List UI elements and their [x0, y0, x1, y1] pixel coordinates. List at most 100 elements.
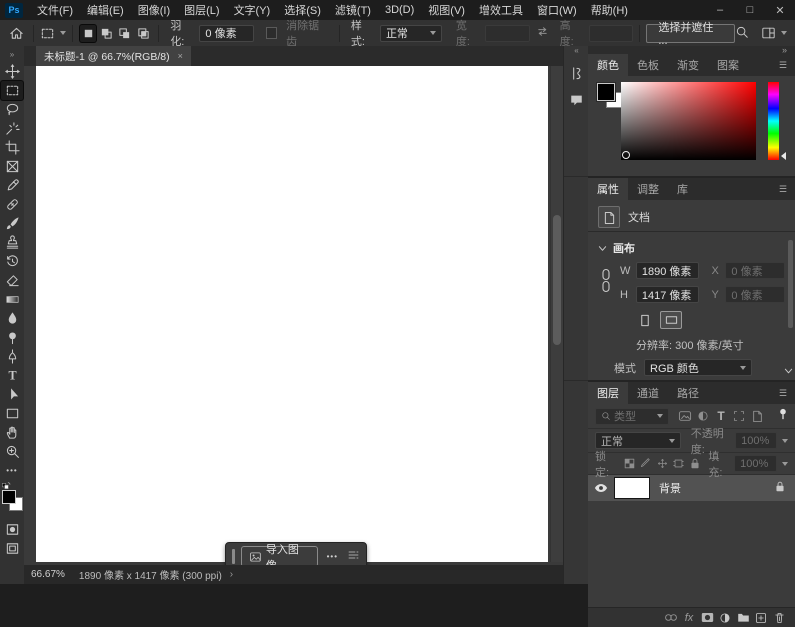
- foreground-color-swatch[interactable]: [2, 490, 16, 504]
- lock-position-icon[interactable]: [655, 457, 670, 471]
- layer-thumbnail[interactable]: [614, 477, 650, 499]
- blur-tool[interactable]: [1, 309, 23, 328]
- swap-colors-icon[interactable]: [2, 482, 11, 489]
- workspace-switcher[interactable]: [761, 26, 787, 40]
- canvas-y-input[interactable]: 0 像素: [725, 286, 785, 303]
- new-layer-icon[interactable]: [753, 611, 769, 625]
- eyedropper-tool[interactable]: [1, 176, 23, 195]
- tab-adjustments[interactable]: 调整: [628, 178, 668, 200]
- hue-slider-marker[interactable]: [781, 152, 786, 160]
- fill-input[interactable]: 100%: [734, 455, 777, 472]
- quick-mask-mode[interactable]: [1, 520, 23, 539]
- foreground-background-colors[interactable]: [1, 484, 23, 510]
- pen-tool[interactable]: [1, 347, 23, 366]
- tab-swatches[interactable]: 色板: [628, 54, 668, 76]
- lock-image-pixels-icon[interactable]: [638, 457, 653, 471]
- feather-input[interactable]: 0 像素: [199, 25, 253, 42]
- task-bar-ellipsis[interactable]: •••: [327, 552, 338, 561]
- hand-tool[interactable]: [1, 423, 23, 442]
- new-selection-mode[interactable]: [80, 25, 96, 42]
- collapse-dock-icon[interactable]: »: [782, 45, 787, 55]
- mode-dropdown[interactable]: RGB 颜色: [644, 359, 752, 376]
- canvas[interactable]: [36, 66, 548, 562]
- menu-help[interactable]: 帮助(H): [584, 0, 635, 20]
- tab-paths[interactable]: 路径: [668, 382, 708, 404]
- canvas-x-input[interactable]: 0 像素: [725, 262, 785, 279]
- menu-plugins[interactable]: 增效工具: [472, 0, 530, 20]
- link-dimensions-icon[interactable]: [601, 268, 611, 294]
- canvas-section-header[interactable]: 画布: [588, 233, 795, 258]
- move-tool[interactable]: [1, 62, 23, 81]
- color-cursor[interactable]: [622, 151, 630, 159]
- swap-dimensions-icon[interactable]: [536, 25, 549, 41]
- tab-patterns[interactable]: 图案: [708, 54, 748, 76]
- path-selection-tool[interactable]: [1, 385, 23, 404]
- saturation-value-picker[interactable]: [621, 82, 756, 160]
- lock-transparent-pixels-icon[interactable]: [622, 457, 637, 471]
- panel-menu-icon[interactable]: ☰: [779, 178, 795, 200]
- search-icon[interactable]: [735, 25, 749, 42]
- object-selection-tool[interactable]: [1, 119, 23, 138]
- menu-file[interactable]: 文件(F): [30, 0, 80, 20]
- filter-toggle-icon[interactable]: [778, 408, 788, 424]
- dodge-tool[interactable]: [1, 328, 23, 347]
- filter-shape-layers-icon[interactable]: [731, 409, 747, 423]
- tab-gradients[interactable]: 渐变: [668, 54, 708, 76]
- lock-all-icon[interactable]: [688, 457, 703, 471]
- maximize-button[interactable]: □: [735, 0, 765, 20]
- landscape-orientation-button[interactable]: [660, 311, 682, 329]
- foreground-color-swatch[interactable]: [597, 83, 615, 101]
- hue-slider[interactable]: [768, 82, 779, 160]
- vertical-scrollbar-thumb[interactable]: [553, 215, 561, 345]
- adjustment-layer-icon[interactable]: [717, 611, 733, 625]
- layer-style-fx-icon[interactable]: fx: [681, 611, 697, 625]
- edit-toolbar-ellipsis[interactable]: •••: [1, 461, 23, 480]
- filter-adjustment-layers-icon[interactable]: [695, 409, 711, 423]
- layer-name[interactable]: 背景: [659, 480, 681, 496]
- style-dropdown[interactable]: 正常: [380, 25, 442, 42]
- close-tab-icon[interactable]: ×: [178, 51, 183, 61]
- minimize-button[interactable]: –: [705, 0, 735, 20]
- blend-mode-dropdown[interactable]: 正常: [595, 432, 681, 449]
- import-image-button[interactable]: 导入图像: [241, 546, 318, 567]
- zoom-tool[interactable]: [1, 442, 23, 461]
- scroll-down-icon[interactable]: [784, 367, 793, 375]
- expand-dock-icon[interactable]: «: [574, 46, 578, 56]
- comments-panel-icon[interactable]: [566, 90, 588, 109]
- rectangle-tool[interactable]: [1, 404, 23, 423]
- rectangular-marquee-tool[interactable]: [1, 81, 23, 100]
- width-input[interactable]: [485, 25, 530, 42]
- antialias-checkbox[interactable]: 消除锯齿: [266, 17, 333, 49]
- new-group-folder-icon[interactable]: [735, 611, 751, 625]
- tab-color[interactable]: 颜色: [588, 54, 628, 76]
- portrait-orientation-button[interactable]: [636, 312, 654, 328]
- layer-filter-dropdown[interactable]: 类型: [595, 408, 669, 425]
- history-panel-icon[interactable]: [566, 64, 588, 83]
- properties-scrollbar-thumb[interactable]: [788, 240, 793, 328]
- lasso-tool[interactable]: [1, 100, 23, 119]
- filter-pixel-layers-icon[interactable]: [677, 409, 693, 423]
- canvas-height-input[interactable]: 1417 像素: [636, 286, 700, 303]
- document-properties-icon[interactable]: [598, 206, 620, 228]
- document-tab[interactable]: 未标题-1 @ 66.7%(RGB/8) ×: [36, 46, 191, 66]
- add-selection-mode[interactable]: [98, 25, 114, 42]
- select-and-mask-button[interactable]: 选择并遮住 ...: [646, 24, 735, 43]
- tab-properties[interactable]: 属性: [588, 178, 628, 200]
- opacity-input[interactable]: 100%: [735, 432, 777, 449]
- delete-layer-trash-icon[interactable]: [771, 611, 787, 625]
- crop-tool[interactable]: [1, 138, 23, 157]
- intersect-selection-mode[interactable]: [135, 25, 151, 42]
- type-tool[interactable]: T: [1, 366, 23, 385]
- filter-type-layers-icon[interactable]: T: [713, 409, 729, 423]
- layer-mask-icon[interactable]: [699, 611, 715, 625]
- toolbar-collapse-icon[interactable]: »: [10, 46, 14, 62]
- filter-smart-objects-icon[interactable]: [749, 409, 765, 423]
- layer-row-background[interactable]: 背景: [588, 475, 795, 501]
- tool-preset-picker[interactable]: [40, 26, 66, 41]
- tab-channels[interactable]: 通道: [628, 382, 668, 404]
- frame-tool[interactable]: [1, 157, 23, 176]
- tab-libraries[interactable]: 库: [668, 178, 697, 200]
- gradient-tool[interactable]: [1, 290, 23, 309]
- height-input[interactable]: [589, 25, 634, 42]
- spot-healing-brush-tool[interactable]: [1, 195, 23, 214]
